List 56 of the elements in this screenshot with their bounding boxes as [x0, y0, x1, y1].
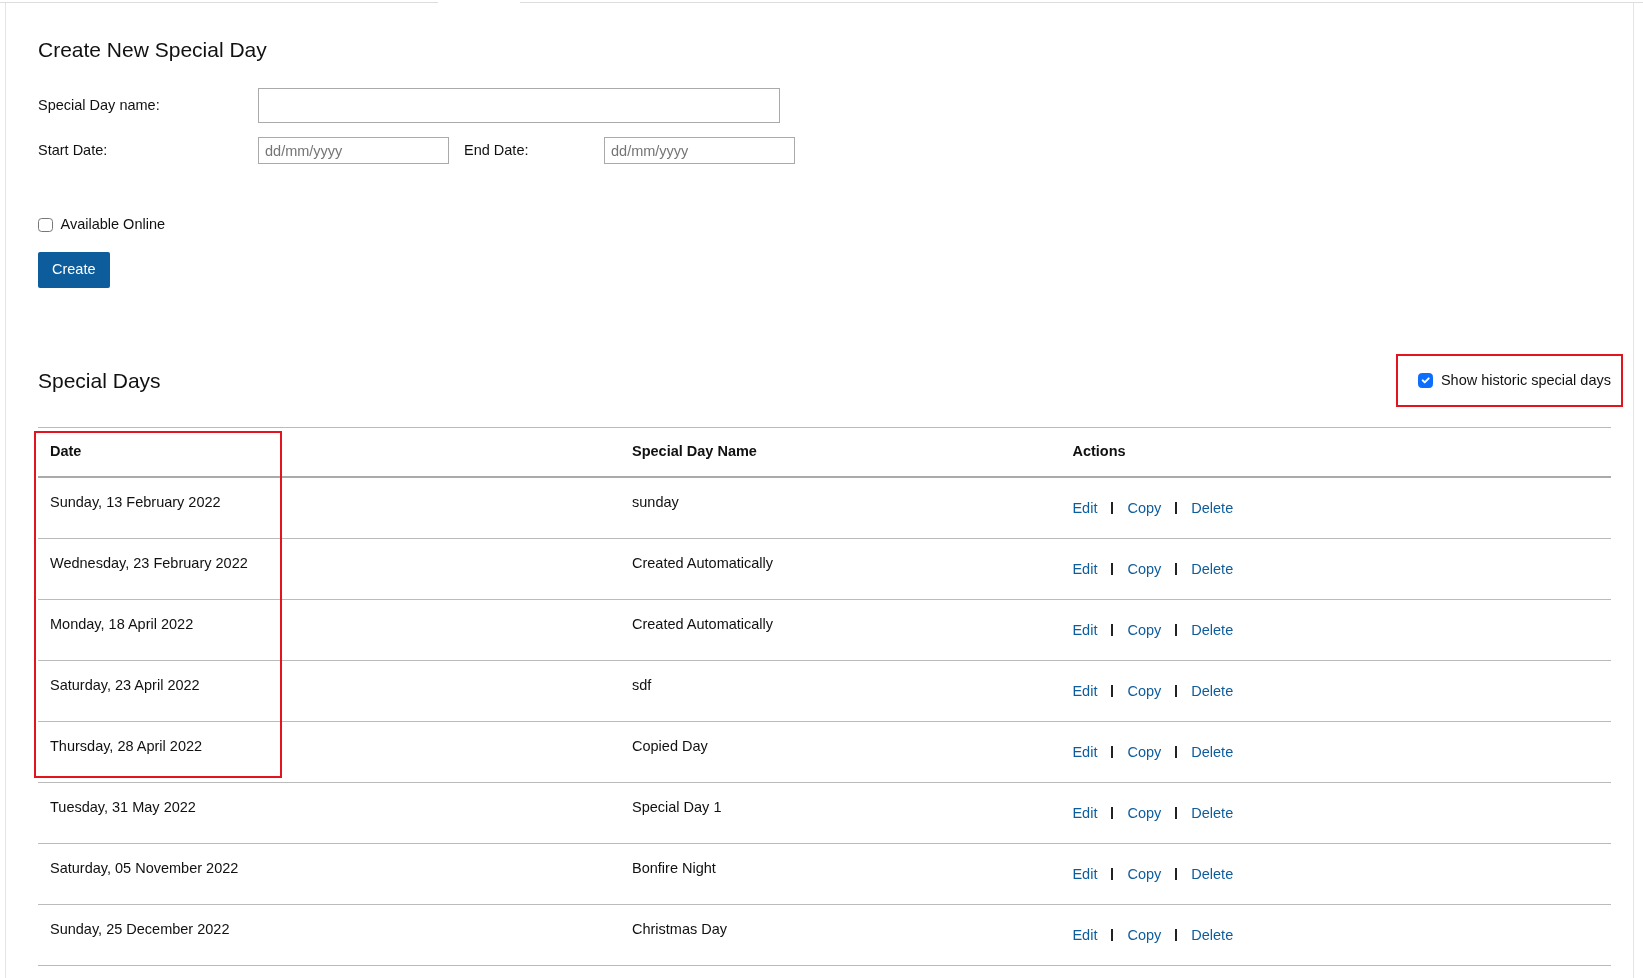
date-cell: Wednesday, 23 February 2022 [38, 538, 620, 600]
action-link[interactable]: Edit [1072, 743, 1098, 760]
action-link[interactable]: Edit [1072, 804, 1098, 821]
checkbox[interactable] [38, 217, 53, 233]
create-button[interactable]: Create [38, 251, 110, 288]
action-link[interactable]: Edit [1072, 682, 1098, 699]
action-link[interactable]: Copy [1127, 560, 1162, 577]
action-link[interactable]: Edit [1072, 865, 1098, 882]
action-link[interactable]: Copy [1127, 500, 1162, 517]
name-cell: Bonfire Night [620, 843, 1061, 905]
date-cell: Sunday, 25 December 2022 [38, 904, 620, 966]
action-link[interactable]: Copy [1127, 743, 1162, 760]
column-header: Actions [1060, 427, 1611, 478]
action-link[interactable]: Delete [1191, 804, 1234, 821]
action-link[interactable]: Delete [1191, 621, 1234, 638]
action-link[interactable]: Edit [1072, 500, 1098, 517]
action-link[interactable]: Edit [1072, 621, 1098, 638]
date-cell: Sunday, 13 February 2022 [38, 477, 620, 539]
name-cell: sdf [620, 660, 1061, 722]
field-label: End Date: [464, 140, 530, 160]
action-link[interactable]: Delete [1191, 926, 1234, 943]
action-link[interactable]: Delete [1191, 743, 1234, 760]
action-link[interactable]: Copy [1127, 804, 1162, 821]
column-header: Date [38, 427, 620, 478]
column-header: Special Day Name [620, 427, 1061, 478]
field-label: Special Day name: [38, 95, 161, 115]
action-link[interactable]: Copy [1127, 926, 1162, 943]
name-field[interactable] [258, 88, 780, 124]
action-link[interactable]: Delete [1191, 865, 1234, 882]
action-link[interactable]: Copy [1127, 865, 1162, 882]
name-cell: Created Automatically [620, 599, 1061, 661]
name-cell: Created Automatically [620, 538, 1061, 600]
action-link[interactable]: Delete [1191, 560, 1234, 577]
name-cell: Christmas Day [620, 904, 1061, 966]
action-link[interactable]: Delete [1191, 682, 1234, 699]
date-cell: Thursday, 28 April 2022 [38, 721, 620, 783]
date-cell: Monday, 18 April 2022 [38, 599, 620, 661]
action-link[interactable]: Edit [1072, 926, 1098, 943]
form-title: Create New Special Day [38, 37, 268, 63]
date-cell: Saturday, 23 April 2022 [38, 660, 620, 722]
checkbox[interactable] [1418, 373, 1433, 388]
field-label: Start Date: [38, 140, 109, 160]
name-cell: Copied Day [620, 721, 1061, 783]
date-cell: Tuesday, 31 May 2022 [38, 782, 620, 844]
date-cell: Saturday, 05 November 2022 [38, 843, 620, 905]
action-link[interactable]: Copy [1127, 682, 1162, 699]
checkbox-label: Available Online [60, 215, 166, 235]
start-date-field[interactable]: dd/mm/yyyy [258, 137, 449, 165]
name-cell: Special Day 1 [620, 782, 1061, 844]
action-link[interactable]: Edit [1072, 560, 1098, 577]
action-link[interactable]: Copy [1127, 621, 1162, 638]
end-date-field[interactable]: dd/mm/yyyy [604, 137, 795, 165]
action-link[interactable]: Delete [1191, 500, 1234, 517]
name-cell: sunday [620, 477, 1061, 539]
checkbox-label: Show historic special days [1440, 370, 1611, 390]
section-title: Special Days [38, 367, 161, 394]
